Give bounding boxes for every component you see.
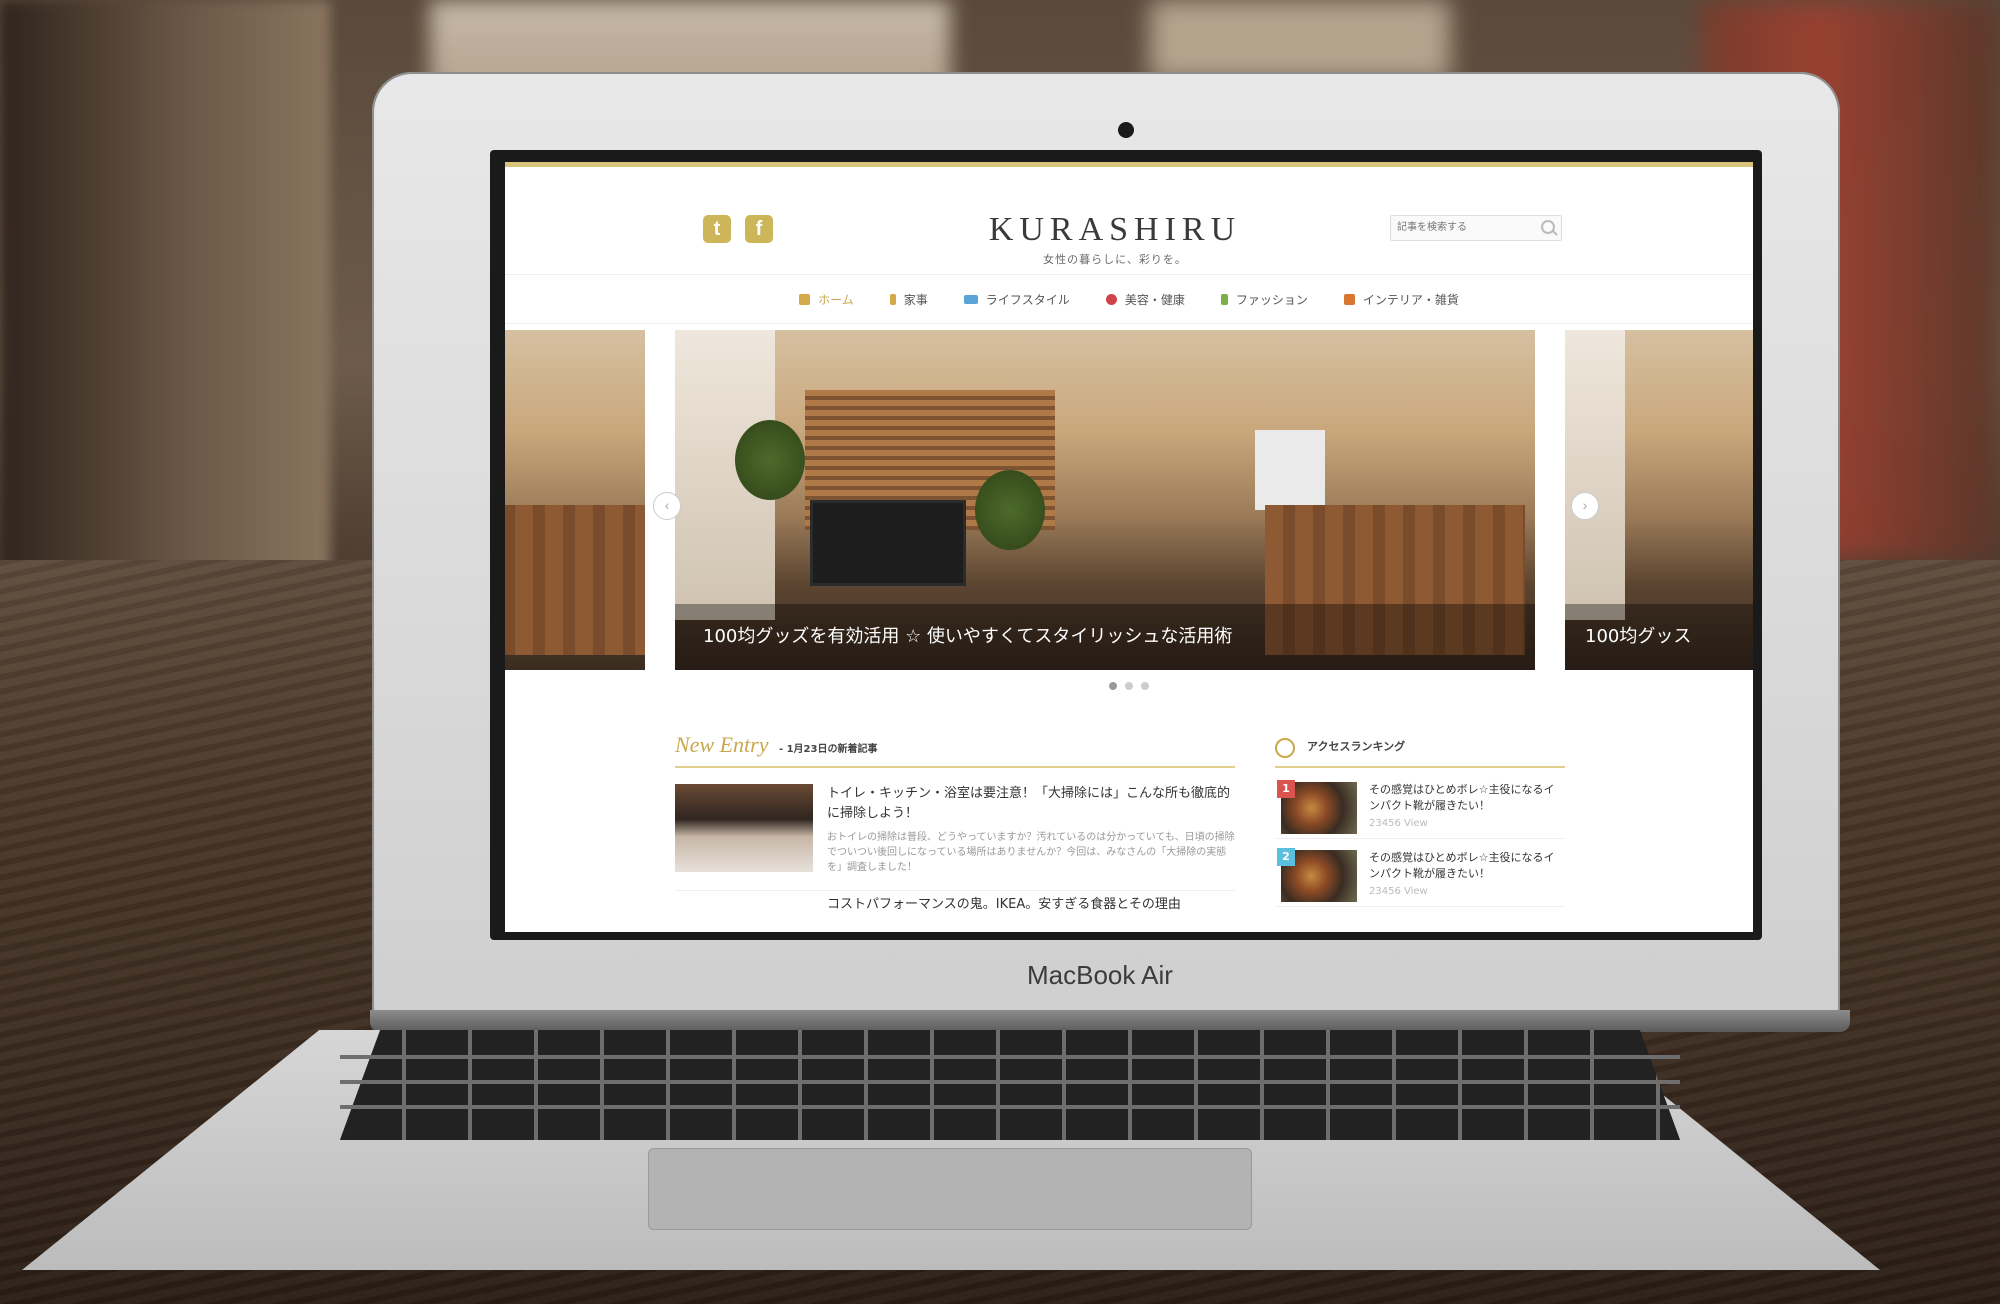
slider-dot[interactable] bbox=[1125, 682, 1133, 690]
new-entry-subtitle: - 1月23日の新着記事 bbox=[778, 744, 878, 755]
nav-item-home[interactable]: ホーム bbox=[799, 291, 854, 308]
rank-badge: 1 bbox=[1277, 780, 1295, 798]
rank-badge: 2 bbox=[1277, 848, 1295, 866]
article-card[interactable]: トイレ・キッチン・浴室は要注意！「大掃除には」こんな所も徹底的に掃除しよう！ お… bbox=[675, 784, 1235, 874]
ranking-item-views: 23456 View bbox=[1369, 886, 1428, 897]
search-icon[interactable] bbox=[1541, 220, 1555, 234]
slide-current[interactable]: 100均グッズを有効活用 ☆ 使いやすくてスタイリッシュな活用術 bbox=[675, 330, 1535, 670]
ranking-item-title[interactable]: その感覚はひとめボレ☆主役になるインパクト靴が履きたい！ bbox=[1369, 850, 1564, 882]
nav-item-housework[interactable]: 家事 bbox=[889, 291, 928, 308]
person-icon bbox=[1220, 293, 1228, 305]
new-entry-title: New Entry bbox=[675, 732, 769, 757]
slider-next-button[interactable]: › bbox=[1571, 492, 1599, 520]
article-card[interactable]: コストパフォーマンスの鬼。IKEA。安すぎる食器とその理由 bbox=[675, 890, 1237, 912]
home-icon bbox=[799, 293, 811, 305]
search-input[interactable] bbox=[1391, 216, 1543, 238]
laptop-icon bbox=[963, 294, 978, 304]
article-thumbnail[interactable] bbox=[675, 784, 813, 872]
ranking-item[interactable]: 1 その感覚はひとめボレ☆主役になるインパクト靴が履きたい！ 23456 Vie… bbox=[1275, 774, 1565, 839]
heart-icon bbox=[1105, 293, 1117, 305]
ranking-title: アクセスランキング bbox=[1307, 740, 1406, 753]
article-title[interactable]: コストパフォーマンスの鬼。IKEA。安すぎる食器とその理由 bbox=[827, 893, 1237, 912]
slider-dot[interactable] bbox=[1109, 682, 1117, 690]
ranking-header: アクセスランキング bbox=[1275, 732, 1565, 768]
main-nav: ホーム 家事 ライフスタイル 美容・健康 ファッション インテリア・雑貨 bbox=[505, 274, 1753, 324]
facebook-icon[interactable]: f bbox=[745, 215, 773, 243]
slide-caption-next: 100均グッス bbox=[1565, 604, 1753, 670]
slider-dots bbox=[505, 682, 1753, 690]
new-entry-header: New Entry - 1月23日の新着記事 bbox=[675, 732, 1235, 768]
slide-previous[interactable] bbox=[505, 330, 645, 670]
article-title[interactable]: トイレ・キッチン・浴室は要注意！「大掃除には」こんな所も徹底的に掃除しよう！ bbox=[827, 784, 1237, 824]
ranking-item[interactable]: 2 その感覚はひとめボレ☆主役になるインパクト靴が履きたい！ 23456 Vie… bbox=[1275, 842, 1565, 907]
keyboard bbox=[340, 1030, 1680, 1140]
site-logo[interactable]: KURASHIRU bbox=[965, 211, 1265, 249]
hero-slider: 100均グッズを有効活用 ☆ 使いやすくてスタイリッシュな活用術 100均グッス… bbox=[505, 330, 1753, 690]
nav-item-interior[interactable]: インテリア・雑貨 bbox=[1343, 291, 1459, 308]
website-screen: t f KURASHIRU 女性の暮らしに、彩りを。 ホーム 家事 ライフスタイ… bbox=[505, 162, 1753, 932]
slider-dot[interactable] bbox=[1141, 682, 1149, 690]
webcam-icon bbox=[1118, 122, 1134, 138]
nav-item-beauty[interactable]: 美容・健康 bbox=[1105, 291, 1185, 308]
nav-item-lifestyle[interactable]: ライフスタイル bbox=[963, 291, 1070, 308]
cup-icon bbox=[1343, 293, 1355, 305]
background-wall bbox=[0, 0, 330, 620]
ranking-item-title[interactable]: その感覚はひとめボレ☆主役になるインパクト靴が履きたい！ bbox=[1369, 782, 1564, 814]
nav-item-fashion[interactable]: ファッション bbox=[1220, 291, 1308, 308]
search-box[interactable] bbox=[1390, 215, 1562, 241]
site-header: t f KURASHIRU 女性の暮らしに、彩りを。 bbox=[505, 167, 1753, 267]
site-tagline: 女性の暮らしに、彩りを。 bbox=[1043, 253, 1187, 266]
ranking-item-views: 23456 View bbox=[1369, 818, 1428, 829]
slider-prev-button[interactable]: ‹ bbox=[653, 492, 681, 520]
laptop-hinge bbox=[370, 1010, 1850, 1032]
laptop-brand-label: MacBook Air bbox=[1027, 960, 1173, 990]
twitter-icon[interactable]: t bbox=[703, 215, 731, 243]
trackpad bbox=[648, 1148, 1252, 1230]
tv-image bbox=[810, 500, 966, 586]
background-door bbox=[1150, 0, 1450, 80]
ranking-icon bbox=[1275, 738, 1295, 758]
utensils-icon bbox=[889, 293, 896, 305]
article-description: おトイレの掃除は普段、どうやっていますか？汚れているのは分かっていても、日頃の掃… bbox=[827, 832, 1235, 873]
slide-caption[interactable]: 100均グッズを有効活用 ☆ 使いやすくてスタイリッシュな活用術 bbox=[675, 604, 1535, 670]
